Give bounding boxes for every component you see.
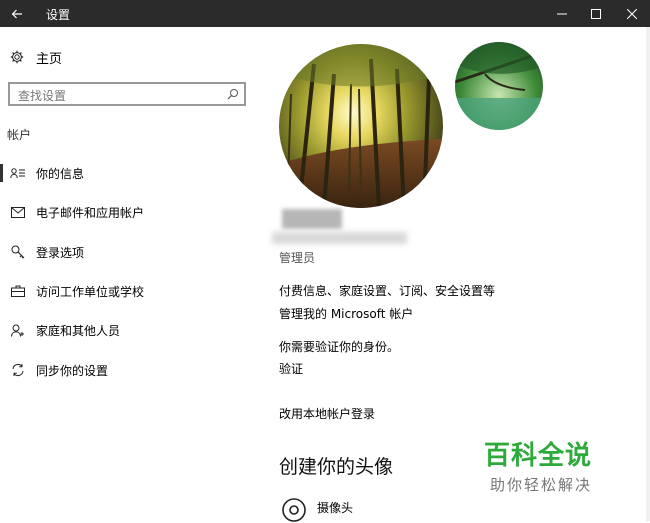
sidebar: 主页 查找设置 帐户 你的信息 电子邮件和应用帐户 登录选项 访问工作单位或学校…: [0, 27, 262, 521]
section-label-accounts: 帐户: [7, 128, 32, 142]
sidebar-item-label: 你的信息: [36, 167, 85, 181]
watermark: 百科全说 助你轻松解决: [484, 435, 614, 495]
sidebar-item-label: 同步你的设置: [36, 364, 109, 378]
local-account-link[interactable]: 改用本地帐户登录: [279, 405, 375, 422]
sync-icon: [10, 363, 26, 377]
create-avatar-heading: 创建你的头像: [279, 456, 394, 478]
briefcase-icon: [10, 284, 26, 298]
sidebar-item-label: 访问工作单位或学校: [36, 285, 145, 299]
key-icon: [10, 245, 26, 259]
watermark-title: 百科全说: [484, 441, 593, 471]
camera-icon: [282, 498, 306, 522]
mail-icon: [10, 205, 26, 219]
manage-microsoft-account-link[interactable]: 管理我的 Microsoft 帐户: [279, 305, 413, 322]
search-box[interactable]: 查找设置: [8, 82, 246, 106]
verify-prompt: 你需要验证你的身份。: [279, 340, 400, 354]
sidebar-item-label: 登录选项: [36, 246, 85, 260]
person-add-icon: [10, 323, 26, 337]
sidebar-item-family[interactable]: 家庭和其他人员: [0, 317, 262, 343]
sidebar-item-email-accounts[interactable]: 电子邮件和应用帐户: [0, 199, 262, 225]
account-picture-recent[interactable]: [455, 42, 543, 130]
back-button[interactable]: [0, 0, 33, 27]
account-picture: [279, 44, 443, 208]
search-icon: [227, 89, 238, 100]
home-label: 主页: [36, 51, 63, 67]
maximize-icon: [591, 8, 601, 19]
sidebar-item-your-info[interactable]: 你的信息: [0, 160, 262, 186]
search-input[interactable]: 查找设置: [18, 87, 66, 104]
close-button[interactable]: [614, 0, 650, 27]
verify-link[interactable]: 验证: [279, 360, 303, 377]
window-title: 设置: [46, 8, 71, 22]
close-icon: [627, 8, 637, 19]
user-email-blurred: [272, 232, 407, 244]
sidebar-item-label: 电子邮件和应用帐户: [36, 206, 145, 220]
account-role: 管理员: [279, 251, 316, 265]
watermark-subtitle: 助你轻松解决: [490, 476, 593, 494]
main-content: 管理员 付费信息、家庭设置、订阅、安全设置等 管理我的 Microsoft 帐户…: [262, 27, 650, 522]
sidebar-item-work-school[interactable]: 访问工作单位或学校: [0, 278, 262, 304]
sidebar-item-sync[interactable]: 同步你的设置: [0, 357, 262, 383]
person-card-icon: [10, 166, 26, 180]
minimize-icon: [557, 13, 567, 14]
back-arrow-icon: [11, 9, 22, 18]
minimize-button[interactable]: [544, 0, 580, 27]
sidebar-item-label: 家庭和其他人员: [36, 324, 121, 338]
title-bar: 设置: [0, 0, 650, 27]
billing-family-link[interactable]: 付费信息、家庭设置、订阅、安全设置等: [279, 282, 495, 299]
gear-icon: [10, 50, 24, 64]
user-name-blurred: [282, 209, 342, 229]
home-link[interactable]: 主页: [10, 47, 62, 67]
camera-label: 摄像头: [317, 501, 354, 515]
scrollbar[interactable]: [646, 27, 650, 521]
maximize-button[interactable]: [578, 0, 614, 27]
sidebar-item-sign-in-options[interactable]: 登录选项: [0, 239, 262, 265]
